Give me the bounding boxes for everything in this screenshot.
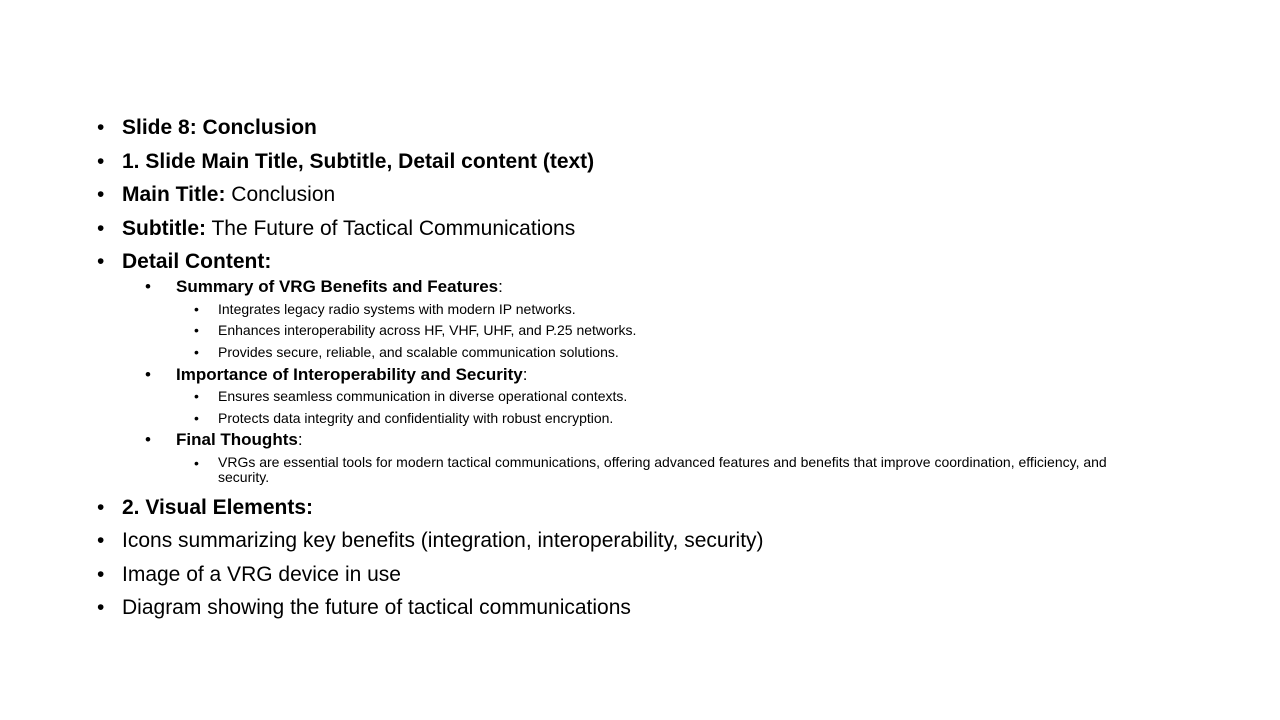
bullet: • (194, 388, 199, 404)
bullet: • (194, 322, 199, 338)
bullet: • (97, 250, 105, 273)
bullet: • (97, 563, 105, 586)
bullet: • (145, 277, 151, 296)
bullet: • (97, 496, 105, 519)
bullet: • (145, 365, 151, 384)
summary-heading-text: Summary of VRG Benefits and Features (176, 277, 499, 296)
item-rest: Conclusion (225, 183, 336, 206)
bullet: • (194, 410, 199, 426)
bullet: • (97, 596, 105, 619)
visual-heading-text: 2. Visual Elements: (122, 496, 314, 519)
bullet: • (97, 183, 105, 206)
final-heading-text: Final Thoughts (176, 430, 298, 449)
bullet: • (97, 529, 105, 552)
bullet: • (97, 217, 105, 240)
item-bold: 1. Slide Main Title, Subtitle, Detail co… (122, 150, 595, 173)
item-bold: Detail Content: (122, 250, 272, 273)
item-bold: Subtitle: (122, 217, 206, 240)
bullet: • (97, 150, 105, 173)
bullet: • (194, 455, 199, 471)
bullet: • (97, 116, 105, 139)
item-rest: The Future of Tactical Communications (206, 217, 576, 240)
item-bold: Main Title: (122, 183, 226, 206)
bullet: • (145, 430, 151, 449)
bullet: • (194, 301, 199, 317)
item-bold: Slide 8: Conclusion (122, 116, 317, 139)
bullet: • (194, 344, 199, 360)
slide: • Slide 8: Conclusion • 1. Slide Main Ti… (97, 116, 1107, 619)
importance-heading-text: Importance of Interoperability and Secur… (176, 365, 523, 384)
